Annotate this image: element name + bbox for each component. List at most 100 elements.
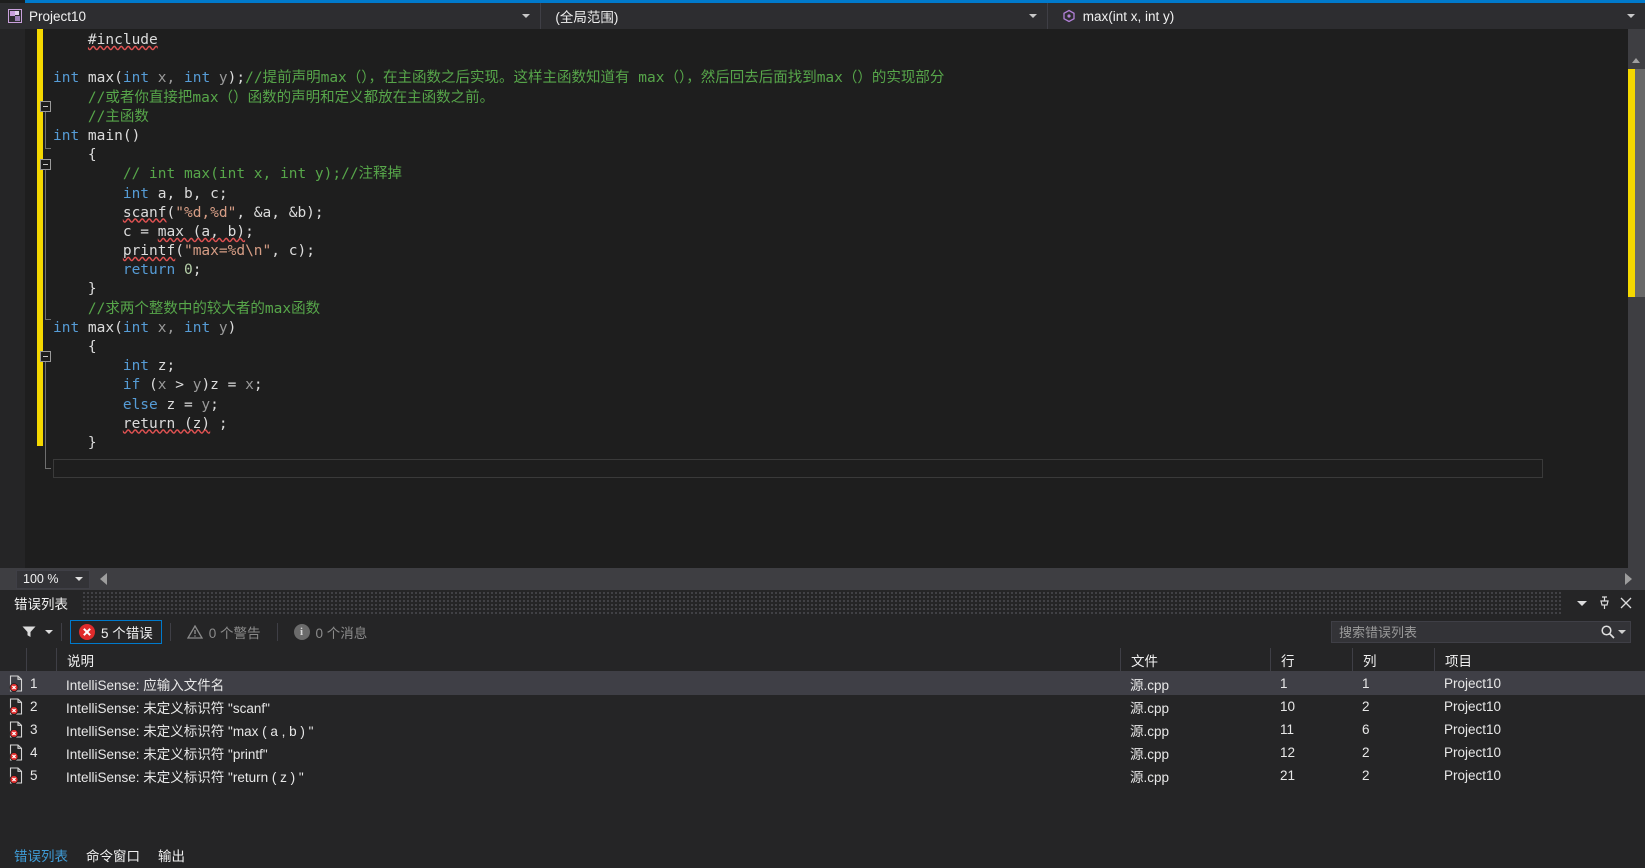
column-header-project[interactable]: 项目 <box>1434 648 1634 671</box>
code-line[interactable]: else z = y; <box>53 396 1543 415</box>
code-line[interactable]: #include <box>53 31 1543 50</box>
code-line[interactable]: { <box>53 146 1543 165</box>
code-line[interactable]: int a, b, c; <box>53 185 1543 204</box>
panel-title-bar: 错误列表 <box>0 590 1645 616</box>
table-row[interactable]: 2 IntelliSense: 未定义标识符 "scanf" 源.cpp 10 2 Pro… <box>0 695 1645 718</box>
panel-title: 错误列表 <box>14 597 68 612</box>
scope-dropdown[interactable]: (全局范围) <box>541 3 1048 29</box>
column-header-line[interactable]: 行 <box>1270 648 1352 671</box>
code-line[interactable]: int z; <box>53 357 1543 376</box>
message-filter-button[interactable]: i 0 个消息 <box>286 620 376 644</box>
code-token: ) <box>227 319 237 336</box>
code-line[interactable]: return (z) ; <box>53 415 1543 434</box>
code-token: 0 <box>183 262 193 279</box>
editor-change-bar <box>37 29 43 446</box>
table-row[interactable]: 1 IntelliSense: 应输入文件名 源.cpp 1 1 Project10 <box>0 672 1645 695</box>
error-list-panel: 错误列表 5 个错误 0 个警告 i 0 个消息 搜索错误列表 说明 文件 行 … <box>0 590 1645 868</box>
error-search-box[interactable] <box>1331 621 1631 643</box>
row-description: IntelliSense: 未定义标识符 "max ( a , b ) " <box>66 723 314 739</box>
search-options-icon[interactable] <box>1618 630 1626 634</box>
code-line[interactable]: scanf("%d,%d", &a, &b); <box>53 204 1543 223</box>
zoom-level-value: 100 % <box>23 572 59 586</box>
row-description: IntelliSense: 未定义标识符 "printf" <box>66 746 268 762</box>
table-row[interactable]: 5 IntelliSense: 未定义标识符 "return ( z ) " 源.c… <box>0 764 1645 787</box>
scroll-left-arrow-icon[interactable] <box>100 573 107 585</box>
chevron-down-icon[interactable] <box>75 577 83 581</box>
info-circle-icon: i <box>293 624 310 640</box>
column-header-column[interactable]: 列 <box>1352 648 1434 671</box>
code-line[interactable]: // int max(int x, int y);//注释掉 <box>53 165 1543 184</box>
fold-toggle[interactable] <box>40 351 51 362</box>
column-header-description[interactable]: 说明 <box>56 648 1120 671</box>
project-dropdown[interactable]: Project10 <box>0 3 542 29</box>
filter-icon[interactable] <box>22 626 36 638</box>
editor-vertical-scrollbar[interactable] <box>1628 29 1645 568</box>
code-line[interactable]: } <box>53 280 1543 299</box>
toolbar-separator <box>61 623 62 641</box>
code-token: ; <box>210 396 219 413</box>
code-text[interactable]: #include int max(int x, int y);//提前声明max… <box>53 31 1543 453</box>
filter-dropdown-icon[interactable] <box>45 630 53 634</box>
row-line: 1 <box>1280 676 1288 691</box>
editor-glyph-margin[interactable] <box>25 29 37 568</box>
code-line[interactable]: if (x > y)z = x; <box>53 376 1543 395</box>
column-header-icon <box>0 648 26 671</box>
zoom-level-dropdown[interactable]: 100 % <box>16 569 90 589</box>
table-row[interactable]: 3 IntelliSense: 未定义标识符 "max ( a , b ) " 源.… <box>0 718 1645 741</box>
current-line-highlight <box>53 459 1543 479</box>
tab-output[interactable]: 输出 <box>158 845 185 865</box>
row-error-icon <box>0 764 26 787</box>
code-token: //提前声明max（），在主函数之后实现。这样主函数知道有 max（），然后回去… <box>245 70 945 87</box>
row-column: 1 <box>1362 676 1370 691</box>
panel-pin-button[interactable] <box>1593 592 1615 614</box>
code-line[interactable]: int max(int x, int y) <box>53 319 1543 338</box>
code-line[interactable]: //或者你直接把max（）函数的声明和定义都放在主函数之前。 <box>53 89 1543 108</box>
code-token: //求两个整数中的较大者的max函数 <box>87 300 321 317</box>
scroll-up-arrow-icon[interactable] <box>1628 53 1645 67</box>
row-column: 6 <box>1362 722 1370 737</box>
row-index: 5 <box>30 768 38 783</box>
code-line[interactable]: //求两个整数中的较大者的max函数 <box>53 300 1543 319</box>
code-line[interactable]: int max(int x, int y);//提前声明max（），在主函数之后… <box>53 69 1543 88</box>
tab-error-list[interactable]: 错误列表 <box>14 845 68 865</box>
code-token: return <box>122 262 176 279</box>
column-header-index[interactable] <box>26 648 56 671</box>
code-token: ; <box>253 377 263 394</box>
panel-close-button[interactable] <box>1615 592 1637 614</box>
code-line[interactable] <box>53 50 1543 69</box>
code-line[interactable]: } <box>53 434 1543 453</box>
code-line[interactable]: int main() <box>53 127 1543 146</box>
error-filter-button[interactable]: 5 个错误 <box>70 620 162 644</box>
code-editor[interactable]: #include int max(int x, int y);//提前声明max… <box>0 29 1645 568</box>
chevron-down-icon[interactable] <box>1028 14 1037 18</box>
tab-command-window[interactable]: 命令窗口 <box>86 845 140 865</box>
member-dropdown[interactable]: max(int x, int y) <box>1047 3 1645 29</box>
code-token: int <box>53 127 80 144</box>
warning-filter-button[interactable]: 0 个警告 <box>179 620 269 644</box>
warning-triangle-icon <box>186 624 203 639</box>
table-row[interactable]: 4 IntelliSense: 未定义标识符 "printf" 源.cpp 12 2 Pr… <box>0 741 1645 764</box>
code-token: int <box>122 185 150 202</box>
error-list-toolbar: 5 个错误 0 个警告 i 0 个消息 <box>0 616 1645 648</box>
row-description: IntelliSense: 应输入文件名 <box>66 677 225 693</box>
row-project: Project10 <box>1444 722 1502 737</box>
code-line[interactable]: { <box>53 338 1543 357</box>
scroll-right-arrow-icon[interactable] <box>1625 573 1632 585</box>
fold-toggle[interactable] <box>40 101 51 112</box>
magnifier-icon[interactable] <box>1600 624 1616 640</box>
row-file: 源.cpp <box>1130 769 1170 785</box>
panel-menu-button[interactable] <box>1571 592 1593 614</box>
column-header-file[interactable]: 文件 <box>1120 648 1270 671</box>
search-input[interactable] <box>1332 623 1600 641</box>
code-line[interactable]: //主函数 <box>53 108 1543 127</box>
code-token: int <box>53 319 80 336</box>
chevron-down-icon[interactable] <box>1626 14 1635 18</box>
chevron-down-icon[interactable] <box>522 14 531 18</box>
code-token: } <box>87 281 97 298</box>
panel-drag-dots[interactable] <box>82 590 1563 616</box>
code-line[interactable]: printf("max=%d\n", c); <box>53 242 1543 261</box>
code-line[interactable]: return 0; <box>53 261 1543 280</box>
fold-toggle[interactable] <box>40 159 51 170</box>
code-line[interactable]: c = max (a, b); <box>53 223 1543 242</box>
code-token: , &a, &b); <box>236 204 324 221</box>
